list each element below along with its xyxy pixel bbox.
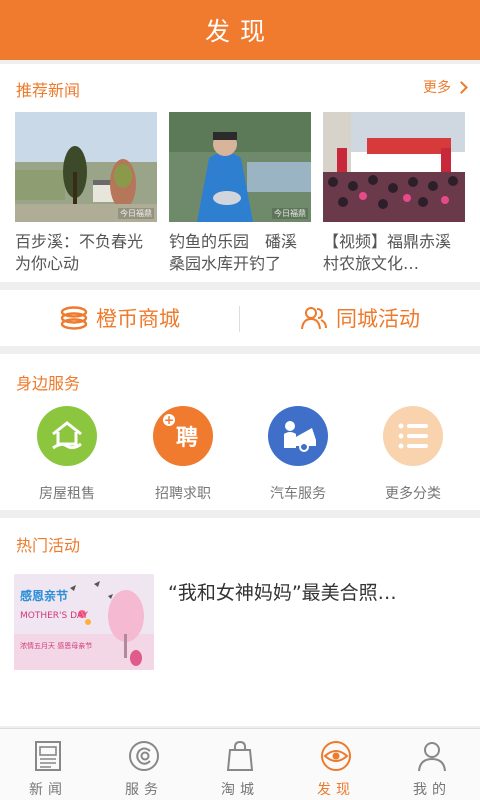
news-watermark: 今日福鼎 (118, 208, 154, 219)
tab-label: 新闻 (29, 782, 67, 798)
tab-shop[interactable]: 淘城 (192, 729, 288, 800)
news-caption: 【视频】福鼎赤溪村农旅文化… (323, 232, 452, 273)
news-card[interactable]: 今日福鼎 百步溪：不负春光 为你心动 (15, 112, 157, 275)
shopping-bag-icon (226, 740, 254, 771)
house-icon (37, 406, 97, 466)
service-label: 汽车服务 (270, 486, 326, 502)
news-card[interactable]: 今日福鼎 钓鱼的乐园 磻溪桑园水库开钓了 (169, 112, 311, 275)
news-caption: 钓鱼的乐园 磻溪桑园水库开钓了 (169, 232, 298, 273)
news-thumbnail: 今日福鼎 (169, 112, 311, 222)
user-icon (418, 742, 446, 772)
quick-links-bar: 橙币商城 同城活动 (0, 290, 480, 346)
hot-activities-section: 热门活动 感恩亲节 MOTHER'S DAY 浓情五月天 感恩母亲节 “我和女神… (0, 518, 480, 726)
hot-section-title: 热门活动 (16, 536, 81, 555)
app-header: 发现 (0, 0, 480, 60)
services-section: 身边服务 房屋租售 + 聘 招聘求职 汽车服务 更多分类 (0, 354, 480, 510)
eye-icon (321, 741, 351, 771)
car-service-icon (268, 406, 328, 466)
service-more[interactable]: 更多分类 (368, 406, 458, 503)
activity-poster[interactable]: 感恩亲节 MOTHER'S DAY 浓情五月天 感恩母亲节 (14, 574, 154, 670)
poster-subtitle: 浓情五月天 感恩母亲节 (20, 641, 92, 650)
service-icon (129, 741, 159, 771)
service-label: 招聘求职 (155, 486, 211, 502)
people-icon (301, 307, 327, 330)
newspaper-icon (35, 741, 61, 771)
coins-icon (60, 306, 88, 330)
tab-label: 服务 (125, 782, 163, 798)
service-car[interactable]: 汽车服务 (253, 406, 343, 503)
services-section-title: 身边服务 (16, 374, 81, 393)
orange-coin-mall-button[interactable]: 橙币商城 (0, 290, 240, 346)
discover-screen: 发现 推荐新闻 更多 今日福鼎 百步溪：不负春光 为你心动 今日福鼎 钓鱼的乐园… (0, 0, 480, 800)
page-title: 发现 (204, 17, 275, 46)
recruit-glyph: 聘 (175, 426, 198, 451)
service-label: 房屋租售 (39, 486, 95, 502)
service-housing[interactable]: 房屋租售 (22, 406, 112, 503)
activity-title[interactable]: “我和女神妈妈”最美合照… (168, 578, 397, 605)
poster-title: 感恩亲节 (20, 588, 68, 603)
poster-en: MOTHER'S DAY (20, 611, 88, 621)
news-section: 推荐新闻 更多 今日福鼎 百步溪：不负春光 为你心动 今日福鼎 钓鱼的乐园 磻溪… (0, 64, 480, 282)
tab-discover[interactable]: 发现 (288, 729, 384, 800)
bottom-tab-bar: 新闻 服务 淘城 发现 我的 (0, 728, 480, 800)
orange-coin-mall-label: 橙币商城 (96, 307, 180, 331)
news-thumbnail: 今日福鼎 (15, 112, 157, 222)
divider (239, 306, 240, 332)
local-events-button[interactable]: 同城活动 (240, 290, 480, 346)
chevron-right-icon (455, 80, 468, 94)
service-jobs[interactable]: + 聘 招聘求职 (138, 406, 228, 503)
tab-news[interactable]: 新闻 (0, 729, 96, 800)
tab-me[interactable]: 我的 (384, 729, 480, 800)
more-news-link[interactable]: 更多 (423, 77, 468, 97)
news-section-title: 推荐新闻 (16, 81, 81, 100)
tab-label: 淘城 (221, 782, 259, 798)
recruit-icon: + 聘 (153, 406, 213, 466)
local-events-label: 同城活动 (336, 307, 420, 331)
tab-label: 我的 (413, 782, 451, 798)
news-watermark: 今日福鼎 (272, 208, 308, 219)
list-icon (383, 406, 443, 466)
news-card[interactable]: 【视频】福鼎赤溪村农旅文化… (323, 112, 465, 275)
more-label: 更多 (423, 80, 451, 96)
news-caption: 百步溪：不负春光 为你心动 (15, 232, 144, 273)
news-thumbnail (323, 112, 465, 222)
tab-label: 发现 (317, 782, 355, 798)
tab-service[interactable]: 服务 (96, 729, 192, 800)
service-label: 更多分类 (385, 486, 441, 502)
